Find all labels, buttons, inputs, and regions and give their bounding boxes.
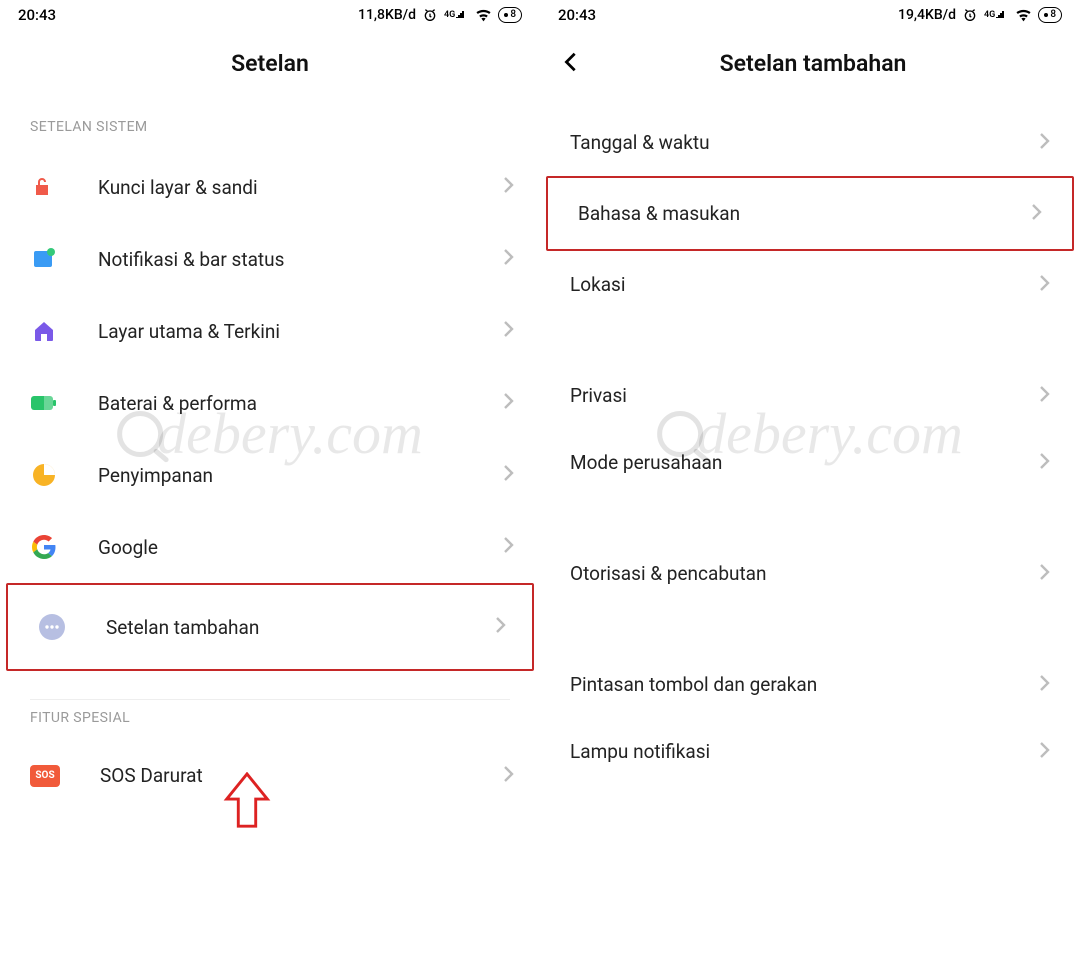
- home-icon: [30, 317, 58, 345]
- page-title: Setelan: [20, 50, 520, 77]
- chevron-right-icon: [1039, 385, 1050, 407]
- sos-icon: SOS: [30, 765, 60, 787]
- row-label: Setelan tambahan: [106, 616, 495, 639]
- row-label: Baterai & performa: [98, 392, 503, 415]
- page-title: Setelan tambahan: [566, 50, 1060, 77]
- row-notification-light[interactable]: Lampu notifikasi: [540, 718, 1080, 785]
- row-button-gesture-shortcuts[interactable]: Pintasan tombol dan gerakan: [540, 651, 1080, 718]
- title-bar: Setelan tambahan: [540, 28, 1080, 109]
- row-additional-settings[interactable]: Setelan tambahan: [8, 585, 532, 669]
- row-label: Privasi: [570, 384, 1039, 407]
- title-bar: Setelan: [0, 28, 540, 109]
- status-time: 20:43: [18, 6, 56, 24]
- chevron-right-icon: [503, 320, 514, 342]
- status-net-speed: 11,8KB/d: [358, 7, 416, 23]
- row-homescreen-recents[interactable]: Layar utama & Terkini: [0, 295, 540, 367]
- row-label: Lampu notifikasi: [570, 740, 1039, 763]
- chevron-right-icon: [503, 248, 514, 270]
- row-notification-statusbar[interactable]: Notifikasi & bar status: [0, 223, 540, 295]
- signal-4g-icon: 4G: [444, 11, 469, 19]
- alarm-icon: [422, 7, 438, 23]
- row-label: Tanggal & waktu: [570, 131, 1039, 154]
- highlight-additional-settings: Setelan tambahan: [6, 583, 534, 671]
- status-icons: 19,4KB/d 4G 8: [898, 7, 1062, 23]
- chevron-right-icon: [503, 765, 514, 787]
- row-label: Mode perusahaan: [570, 451, 1039, 474]
- google-icon: [30, 533, 58, 561]
- row-label: Bahasa & masukan: [578, 202, 1031, 225]
- row-storage[interactable]: Penyimpanan: [0, 439, 540, 511]
- row-label: Google: [98, 536, 503, 559]
- chevron-right-icon: [503, 392, 514, 414]
- status-bar: 20:43 11,8KB/d 4G 8: [0, 0, 540, 28]
- status-time: 20:43: [558, 6, 596, 24]
- chevron-right-icon: [1039, 452, 1050, 474]
- more-icon: [38, 613, 66, 641]
- status-net-speed: 19,4KB/d: [898, 7, 956, 23]
- chevron-right-icon: [1039, 741, 1050, 763]
- chevron-right-icon: [1039, 674, 1050, 696]
- row-label: Penyimpanan: [98, 464, 503, 487]
- chevron-right-icon: [503, 176, 514, 198]
- signal-4g-icon: 4G: [984, 11, 1009, 19]
- row-lock-password[interactable]: Kunci layar & sandi: [0, 151, 540, 223]
- section-special: FITUR SPESIAL: [0, 708, 540, 742]
- screen-additional-settings: 20:43 19,4KB/d 4G 8 Setelan tambahan Tan…: [540, 0, 1080, 960]
- status-bar: 20:43 19,4KB/d 4G 8: [540, 0, 1080, 28]
- status-bar-icon: [30, 245, 58, 273]
- wifi-icon: [475, 8, 492, 22]
- row-date-time[interactable]: Tanggal & waktu: [540, 109, 1080, 176]
- row-label: Pintasan tombol dan gerakan: [570, 673, 1039, 696]
- annotation-arrow-icon: [222, 772, 272, 832]
- row-authorization-revocation[interactable]: Otorisasi & pencabutan: [540, 540, 1080, 607]
- divider: [30, 699, 510, 700]
- section-system: SETELAN SISTEM: [0, 109, 540, 151]
- battery-icon: [30, 389, 58, 417]
- screen-settings-main: 20:43 11,8KB/d 4G 8 Setelan SETELAN SIST…: [0, 0, 540, 960]
- row-label: SOS Darurat: [100, 764, 503, 787]
- battery-icon: 8: [498, 7, 522, 23]
- row-label: Layar utama & Terkini: [98, 320, 503, 343]
- row-label: Notifikasi & bar status: [98, 248, 503, 271]
- row-enterprise-mode[interactable]: Mode perusahaan: [540, 429, 1080, 496]
- row-label: Kunci layar & sandi: [98, 176, 503, 199]
- chevron-right-icon: [1039, 563, 1050, 585]
- chevron-right-icon: [503, 464, 514, 486]
- chevron-right-icon: [495, 616, 506, 638]
- row-language-input[interactable]: Bahasa & masukan: [548, 178, 1072, 249]
- row-label: Otorisasi & pencabutan: [570, 562, 1039, 585]
- chevron-right-icon: [503, 536, 514, 558]
- lock-icon: [30, 173, 58, 201]
- row-label: Lokasi: [570, 273, 1039, 296]
- battery-icon: 8: [1038, 7, 1062, 23]
- row-google[interactable]: Google: [0, 511, 540, 583]
- chevron-right-icon: [1031, 203, 1042, 225]
- storage-icon: [30, 461, 58, 489]
- highlight-language-input: Bahasa & masukan: [546, 176, 1074, 251]
- row-location[interactable]: Lokasi: [540, 251, 1080, 318]
- row-privacy[interactable]: Privasi: [540, 362, 1080, 429]
- alarm-icon: [962, 7, 978, 23]
- wifi-icon: [1015, 8, 1032, 22]
- status-icons: 11,8KB/d 4G 8: [358, 7, 522, 23]
- row-battery-performance[interactable]: Baterai & performa: [0, 367, 540, 439]
- chevron-right-icon: [1039, 274, 1050, 296]
- chevron-right-icon: [1039, 132, 1050, 154]
